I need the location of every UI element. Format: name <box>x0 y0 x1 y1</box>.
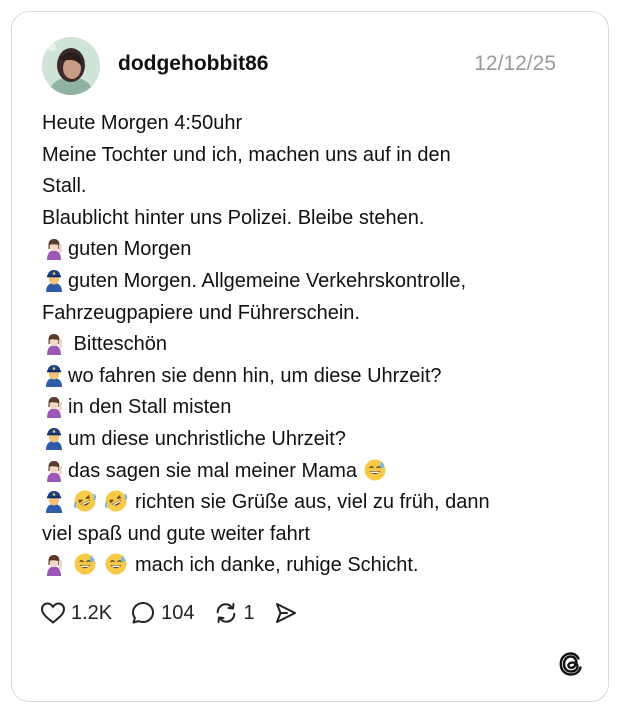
post-text-line: Fahrzeugpapiere und Führerschein. <box>42 298 582 330</box>
post-text-line: richten sie Grüße aus, viel zu früh, dan… <box>42 487 582 519</box>
woman-raising-hand-icon <box>42 552 66 577</box>
post-text: Bitteschön <box>68 333 167 356</box>
speech-bubble-icon <box>132 602 155 624</box>
repost-button[interactable]: 1 <box>213 600 255 626</box>
username[interactable]: dodgehobbit86 <box>118 52 269 76</box>
post-text: Blaublicht hinter uns Polizei. Bleibe st… <box>42 206 425 229</box>
post-text-line: Bitteschön <box>42 329 582 361</box>
threads-logo-glyph <box>559 652 582 676</box>
post-text-line: in den Stall misten <box>42 392 582 424</box>
rolling-laughing-icon <box>73 489 97 513</box>
post-text: Meine Tochter und ich, machen uns auf in… <box>42 143 451 166</box>
police-officer-icon <box>42 489 66 514</box>
woman-raising-hand-icon <box>42 394 66 419</box>
post-text-line: wo fahren sie denn hin, um diese Uhrzeit… <box>42 361 582 393</box>
share-button[interactable] <box>273 600 299 626</box>
post-text-line: das sagen sie mal meiner Mama <box>42 456 582 488</box>
rolling-laughing-icon <box>104 489 128 513</box>
woman-raising-hand-icon <box>42 331 66 356</box>
repost-count: 1 <box>243 601 255 624</box>
post-text-line: guten Morgen <box>42 234 582 266</box>
avatar-photo-icon <box>42 37 100 95</box>
like-button[interactable]: 1.2K <box>40 601 112 625</box>
post-text-line: Blaublicht hinter uns Polizei. Bleibe st… <box>42 203 582 235</box>
post-text-line: mach ich danke, ruhige Schicht. <box>42 550 582 582</box>
post-text-line: Meine Tochter und ich, machen uns auf in… <box>42 140 582 172</box>
woman-raising-hand-icon <box>42 458 66 482</box>
post-text-line: Heute Morgen 4:50uhr <box>42 108 582 140</box>
police-officer-icon <box>42 268 66 292</box>
post-text: mach ich danke, ruhige Schicht. <box>135 554 419 577</box>
post-text-line: Stall. <box>42 171 582 203</box>
threads-logo-icon[interactable] <box>557 650 585 678</box>
reply-button[interactable]: 104 <box>130 600 195 626</box>
post-text: guten Morgen. Allgemeine Verkehrskontrol… <box>68 269 467 292</box>
post-text-line: guten Morgen. Allgemeine Verkehrskontrol… <box>42 266 582 298</box>
post-text-line: viel spaß und gute weiter fahrt <box>42 519 582 551</box>
post-text: wo fahren sie denn hin, um diese Uhrzeit… <box>68 364 442 387</box>
police-officer-icon <box>42 363 66 387</box>
post-text: richten sie Grüße aus, viel zu früh, dan… <box>135 491 490 514</box>
woman-raising-hand-icon <box>42 236 66 261</box>
post-text: guten Morgen <box>68 238 192 261</box>
send-icon <box>275 603 296 623</box>
grinning-sweat-icon <box>363 458 387 482</box>
post-text: Stall. <box>42 175 87 198</box>
post-text: Heute Morgen 4:50uhr <box>42 112 243 134</box>
post-text-line: um diese unchristliche Uhrzeit? <box>42 424 582 456</box>
avatar[interactable] <box>42 37 100 95</box>
police-officer-icon <box>42 426 66 450</box>
grinning-sweat-icon <box>104 552 128 576</box>
heart-icon <box>40 602 66 624</box>
post-text: um diese unchristliche Uhrzeit? <box>68 427 346 450</box>
action-bar: 1.2K 104 1 <box>40 598 317 628</box>
like-count: 1.2K <box>71 601 113 624</box>
post-text: in den Stall misten <box>68 396 232 419</box>
grinning-sweat-icon <box>73 552 97 576</box>
post-body: Heute Morgen 4:50uhr Meine Tochter und ic… <box>42 108 582 582</box>
post-text: Fahrzeugpapiere und Führerschein. <box>42 301 360 324</box>
post-card: dodgehobbit86 12/12/25 Heute Morgen 4:50… <box>11 11 609 702</box>
post-text: das sagen sie mal meiner Mama <box>68 459 358 482</box>
post-date: 12/12/25 <box>474 52 556 75</box>
post-text: viel spaß und gute weiter fahrt <box>42 522 310 545</box>
reply-count: 104 <box>161 601 195 624</box>
repost-icon <box>216 603 235 623</box>
